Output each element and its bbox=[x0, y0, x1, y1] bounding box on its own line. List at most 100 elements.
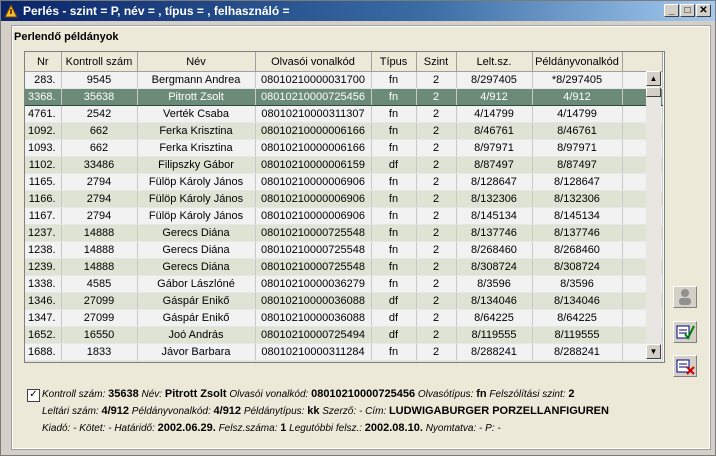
table-cell: 8/127650 bbox=[456, 360, 533, 362]
table-row[interactable]: 1239. 14888 Gerecs Diána 08010210000725548 f… bbox=[25, 258, 663, 276]
table-cell: 08010210000036279 bbox=[255, 275, 372, 293]
group-title: Perlendő példányok bbox=[14, 31, 119, 43]
table-cell: 1166. bbox=[25, 190, 62, 208]
table-cell: 1167. bbox=[25, 207, 62, 225]
column-header[interactable]: Példányvonalkód bbox=[532, 52, 623, 72]
table-cell: 8/268460 bbox=[532, 241, 623, 259]
minimize-button[interactable]: _ bbox=[664, 4, 679, 17]
scroll-thumb[interactable] bbox=[646, 87, 661, 97]
table-cell: 8/132306 bbox=[532, 190, 623, 208]
table-cell: 08010210000725548 bbox=[255, 258, 372, 276]
leltari-value: 4/912 bbox=[101, 405, 129, 417]
table-cell: Fülöp Károly János bbox=[137, 190, 256, 208]
vertical-scrollbar[interactable]: ▲ ▼ bbox=[646, 71, 661, 359]
table-cell: 1652. bbox=[25, 326, 62, 344]
table-cell: 8/128647 bbox=[456, 173, 533, 191]
table-row[interactable]: 1238. 14888 Gerecs Diána 08010210000725548 f… bbox=[25, 241, 663, 259]
kotet-label: Kötet: bbox=[79, 423, 106, 434]
table-cell: 2 bbox=[416, 190, 457, 208]
table-cell: 8/145134 bbox=[456, 207, 533, 225]
table-cell: 08010210000031700 bbox=[255, 71, 372, 89]
table-cell: 08010210000725494 bbox=[255, 326, 372, 344]
felszolitasi-label: Felszólítási szint: bbox=[489, 389, 566, 400]
table-cell: 1347. bbox=[25, 309, 62, 327]
table-cell: 08010210000036088 bbox=[255, 309, 372, 327]
table-row[interactable]: 1338. 4585 Gábor Lászlóné 08010210000036279… bbox=[25, 275, 663, 293]
app-icon bbox=[4, 3, 18, 18]
table-cell: 1833 bbox=[61, 343, 138, 361]
table-cell: 4/14799 bbox=[532, 105, 623, 123]
maximize-button[interactable]: □ bbox=[680, 4, 695, 17]
window-title: Perlés - szint = P, név = , típus = , fe… bbox=[23, 4, 290, 18]
table-cell: 23484 bbox=[61, 360, 138, 362]
column-header[interactable]: Nr bbox=[25, 52, 62, 72]
table-cell: 8/87497 bbox=[456, 156, 533, 174]
close-button[interactable]: ✕ bbox=[696, 4, 711, 17]
column-header[interactable]: Lelt.sz. bbox=[456, 52, 533, 72]
list-check-icon bbox=[676, 325, 695, 340]
table-header: Nr Kontroll szám Név Olvasói vonalkód Típus S… bbox=[25, 52, 663, 72]
items-table: Nr Kontroll szám Név Olvasói vonalkód Típus S… bbox=[25, 52, 663, 362]
table-cell: 8/46761 bbox=[456, 122, 533, 140]
column-header[interactable]: Szint bbox=[416, 52, 457, 72]
table-row[interactable]: 1092. 662 Ferka Krisztina 08010210000006166… bbox=[25, 122, 663, 140]
felszszama-value: 1 bbox=[280, 422, 287, 434]
table-cell-filler bbox=[622, 360, 663, 362]
table-cell: 08010210000311284 bbox=[255, 343, 372, 361]
table-row[interactable]: 4761. 2542 Verték Csaba 08010210000311307 fn… bbox=[25, 105, 663, 123]
table-row[interactable]: 3368. 35638 Pitrott Zsolt 08010210000725456… bbox=[25, 88, 663, 106]
table-row[interactable]: 1347. 27099 Gáspár Enikő 08010210000036088 d… bbox=[25, 309, 663, 327]
table-cell: 08010210000006159 bbox=[255, 156, 372, 174]
table-row[interactable]: 1701.23484Jávor Gergely08010210000727467… bbox=[25, 360, 663, 362]
table-cell: 4761. bbox=[25, 105, 62, 123]
title-bar[interactable]: Perlés - szint = P, név = , típus = , fe… bbox=[1, 1, 715, 21]
table-row[interactable]: 1652. 16550 Joó András 08010210000725494 df 2… bbox=[25, 326, 663, 344]
table-cell: 8/132306 bbox=[456, 190, 533, 208]
scroll-up-button[interactable]: ▲ bbox=[646, 71, 661, 86]
table-row[interactable]: 1102. 33486 Filipszky Gábor 080102100000061… bbox=[25, 156, 663, 174]
table-cell: 8/268460 bbox=[456, 241, 533, 259]
table-cell: 8/288241 bbox=[532, 343, 623, 361]
table-cell: 08010210000036088 bbox=[255, 292, 372, 310]
olvasotipus-value: fn bbox=[476, 388, 487, 400]
table-cell: 2 bbox=[416, 173, 457, 191]
details-checkbox[interactable]: ✓ bbox=[27, 389, 40, 402]
table-cell: 27099 bbox=[61, 292, 138, 310]
table-cell: 8/145134 bbox=[532, 207, 623, 225]
reader-button[interactable] bbox=[673, 286, 697, 308]
scroll-down-button[interactable]: ▼ bbox=[646, 344, 661, 359]
table-cell: fn bbox=[371, 139, 417, 157]
table-cell: 4/912 bbox=[532, 88, 623, 106]
column-header[interactable]: Olvasói vonalkód bbox=[255, 52, 372, 72]
table-cell: fn bbox=[371, 258, 417, 276]
column-header[interactable]: Típus bbox=[371, 52, 417, 72]
felszszama-label: Felsz.száma: bbox=[218, 423, 278, 434]
table-cell: 08010210000727467 bbox=[255, 360, 372, 362]
column-header[interactable]: Név bbox=[137, 52, 256, 72]
table-cell: 14888 bbox=[61, 241, 138, 259]
table-row[interactable]: 1165. 2794 Fülöp Károly János 0801021000000… bbox=[25, 173, 663, 191]
table-cell: fn bbox=[371, 241, 417, 259]
table-cell: 1102. bbox=[25, 156, 62, 174]
table-cell: 8/87497 bbox=[532, 156, 623, 174]
delete-list-button[interactable] bbox=[673, 355, 697, 377]
details-line-2: Leltári szám: 4/912 Példányvonalkód: 4/9… bbox=[42, 403, 668, 420]
table-cell: 1237. bbox=[25, 224, 62, 242]
column-header[interactable]: Kontroll szám bbox=[61, 52, 138, 72]
table-row[interactable]: 1166. 2794 Fülöp Károly János 0801021000000… bbox=[25, 190, 663, 208]
items-grid[interactable]: Nr Kontroll szám Név Olvasói vonalkód Típus S… bbox=[24, 51, 665, 363]
table-cell: fn bbox=[371, 105, 417, 123]
table-row[interactable]: 1167. 2794 Fülöp Károly János 0801021000000… bbox=[25, 207, 663, 225]
table-row[interactable]: 1688. 1833 Jávor Barbara 08010210000311284 f… bbox=[25, 343, 663, 361]
table-cell: 2 bbox=[416, 105, 457, 123]
table-cell: 2 bbox=[416, 122, 457, 140]
confirm-list-button[interactable] bbox=[673, 321, 697, 343]
table-row[interactable]: 283. 9545 Bergmann Andrea 08010210000031700… bbox=[25, 71, 663, 89]
table-cell: 08010210000006906 bbox=[255, 207, 372, 225]
table-row[interactable]: 1093. 662 Ferka Krisztina 08010210000006166… bbox=[25, 139, 663, 157]
table-cell: 8/134046 bbox=[532, 292, 623, 310]
table-row[interactable]: 1237. 14888 Gerecs Diána 08010210000725548 f… bbox=[25, 224, 663, 242]
table-row[interactable]: 1346. 27099 Gáspár Enikő 08010210000036088 d… bbox=[25, 292, 663, 310]
table-cell: Filipszky Gábor bbox=[137, 156, 256, 174]
table-cell: fn bbox=[371, 207, 417, 225]
